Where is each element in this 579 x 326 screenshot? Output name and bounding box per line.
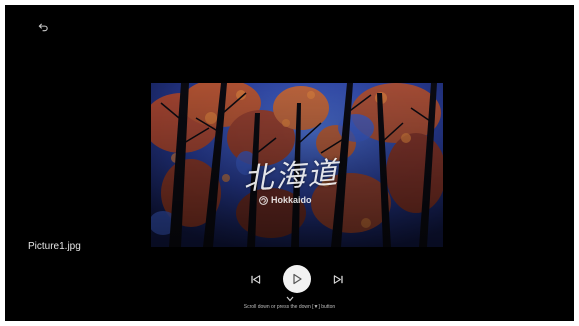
photo-subtitle-text: Hokkaido [271,195,312,205]
photo-display: 北海道 Hokkaido [151,83,443,247]
back-arrow-icon [38,22,48,31]
play-button[interactable] [283,265,311,293]
next-button[interactable] [331,272,345,286]
photo-title-text: 北海道 [242,155,341,198]
skip-next-icon [333,274,343,284]
back-button[interactable] [35,19,51,35]
scroll-hint: Scroll down or press the down [▼] button [5,296,574,310]
scroll-hint-text: Scroll down or press the down [▼] button [243,304,336,310]
play-icon [293,273,302,285]
photo-viewer-screen: 北海道 Hokkaido Picture1.jpg Scroll down or… [5,5,574,321]
swirl-icon [259,195,268,205]
photo-subtitle: Hokkaido [259,195,312,205]
playback-controls [5,264,574,294]
chevron-down-icon [286,296,293,302]
file-name-label: Picture1.jpg [28,241,81,252]
previous-button[interactable] [248,272,262,286]
skip-previous-icon [250,274,260,284]
